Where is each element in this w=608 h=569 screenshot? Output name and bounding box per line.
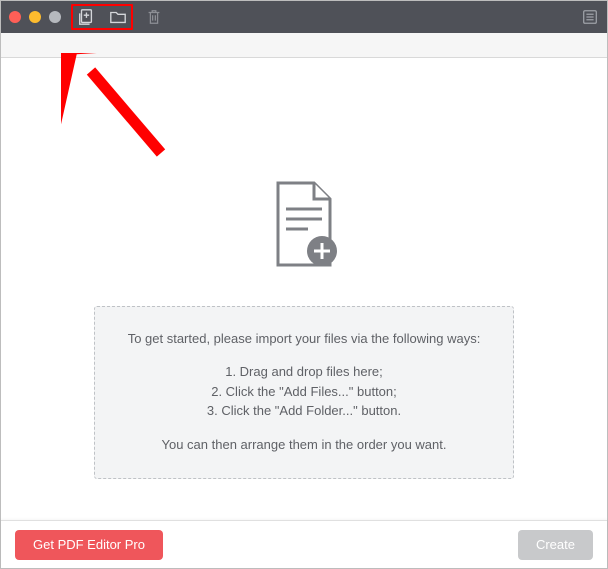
instructions-lead: To get started, please import your files… bbox=[113, 329, 495, 349]
instruction-step-1: 1. Drag and drop files here; bbox=[113, 362, 495, 382]
titlebar bbox=[1, 1, 607, 33]
toolbar bbox=[71, 4, 163, 30]
footer-bar: Get PDF Editor Pro Create bbox=[1, 520, 607, 568]
annotation-highlight-box bbox=[71, 4, 133, 30]
add-folder-icon[interactable] bbox=[109, 8, 127, 26]
close-window-button[interactable] bbox=[9, 11, 21, 23]
instructions-trail: You can then arrange them in the order y… bbox=[113, 435, 495, 455]
window-controls bbox=[9, 11, 61, 23]
secondary-bar bbox=[1, 33, 607, 58]
get-pdf-editor-pro-button[interactable]: Get PDF Editor Pro bbox=[15, 530, 163, 560]
minimize-window-button[interactable] bbox=[29, 11, 41, 23]
instruction-step-3: 3. Click the "Add Folder..." button. bbox=[113, 401, 495, 421]
app-window: To get started, please import your files… bbox=[0, 0, 608, 569]
list-view-icon[interactable] bbox=[581, 8, 599, 26]
add-files-icon[interactable] bbox=[77, 8, 95, 26]
drop-zone[interactable]: To get started, please import your files… bbox=[1, 58, 607, 520]
instructions-list: 1. Drag and drop files here; 2. Click th… bbox=[113, 362, 495, 421]
delete-icon[interactable] bbox=[145, 8, 163, 26]
create-button: Create bbox=[518, 530, 593, 560]
zoom-window-button[interactable] bbox=[49, 11, 61, 23]
instructions-panel: To get started, please import your files… bbox=[94, 306, 514, 480]
import-document-icon bbox=[268, 179, 340, 276]
instruction-step-2: 2. Click the "Add Files..." button; bbox=[113, 382, 495, 402]
annotation-arrow-icon bbox=[61, 53, 181, 173]
